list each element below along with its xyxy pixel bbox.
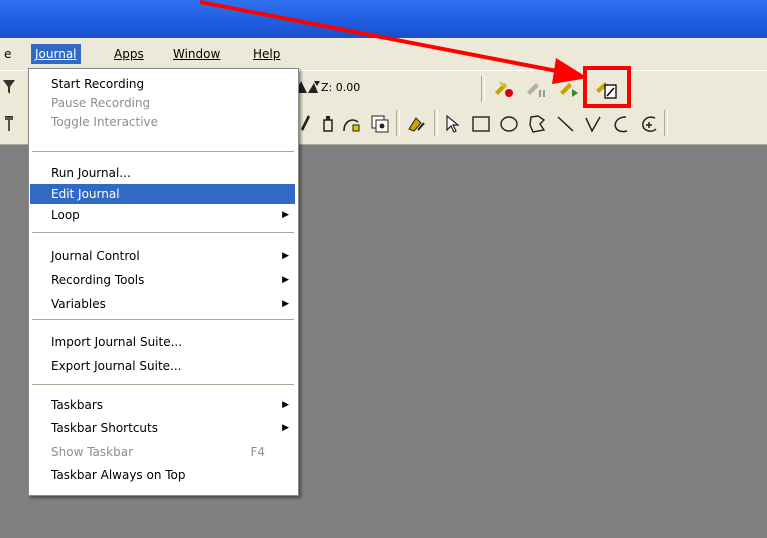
annotation-arrow	[199, 0, 588, 84]
annotation-arrow-line	[199, 0, 563, 74]
annotation-arrow-head	[552, 58, 588, 84]
